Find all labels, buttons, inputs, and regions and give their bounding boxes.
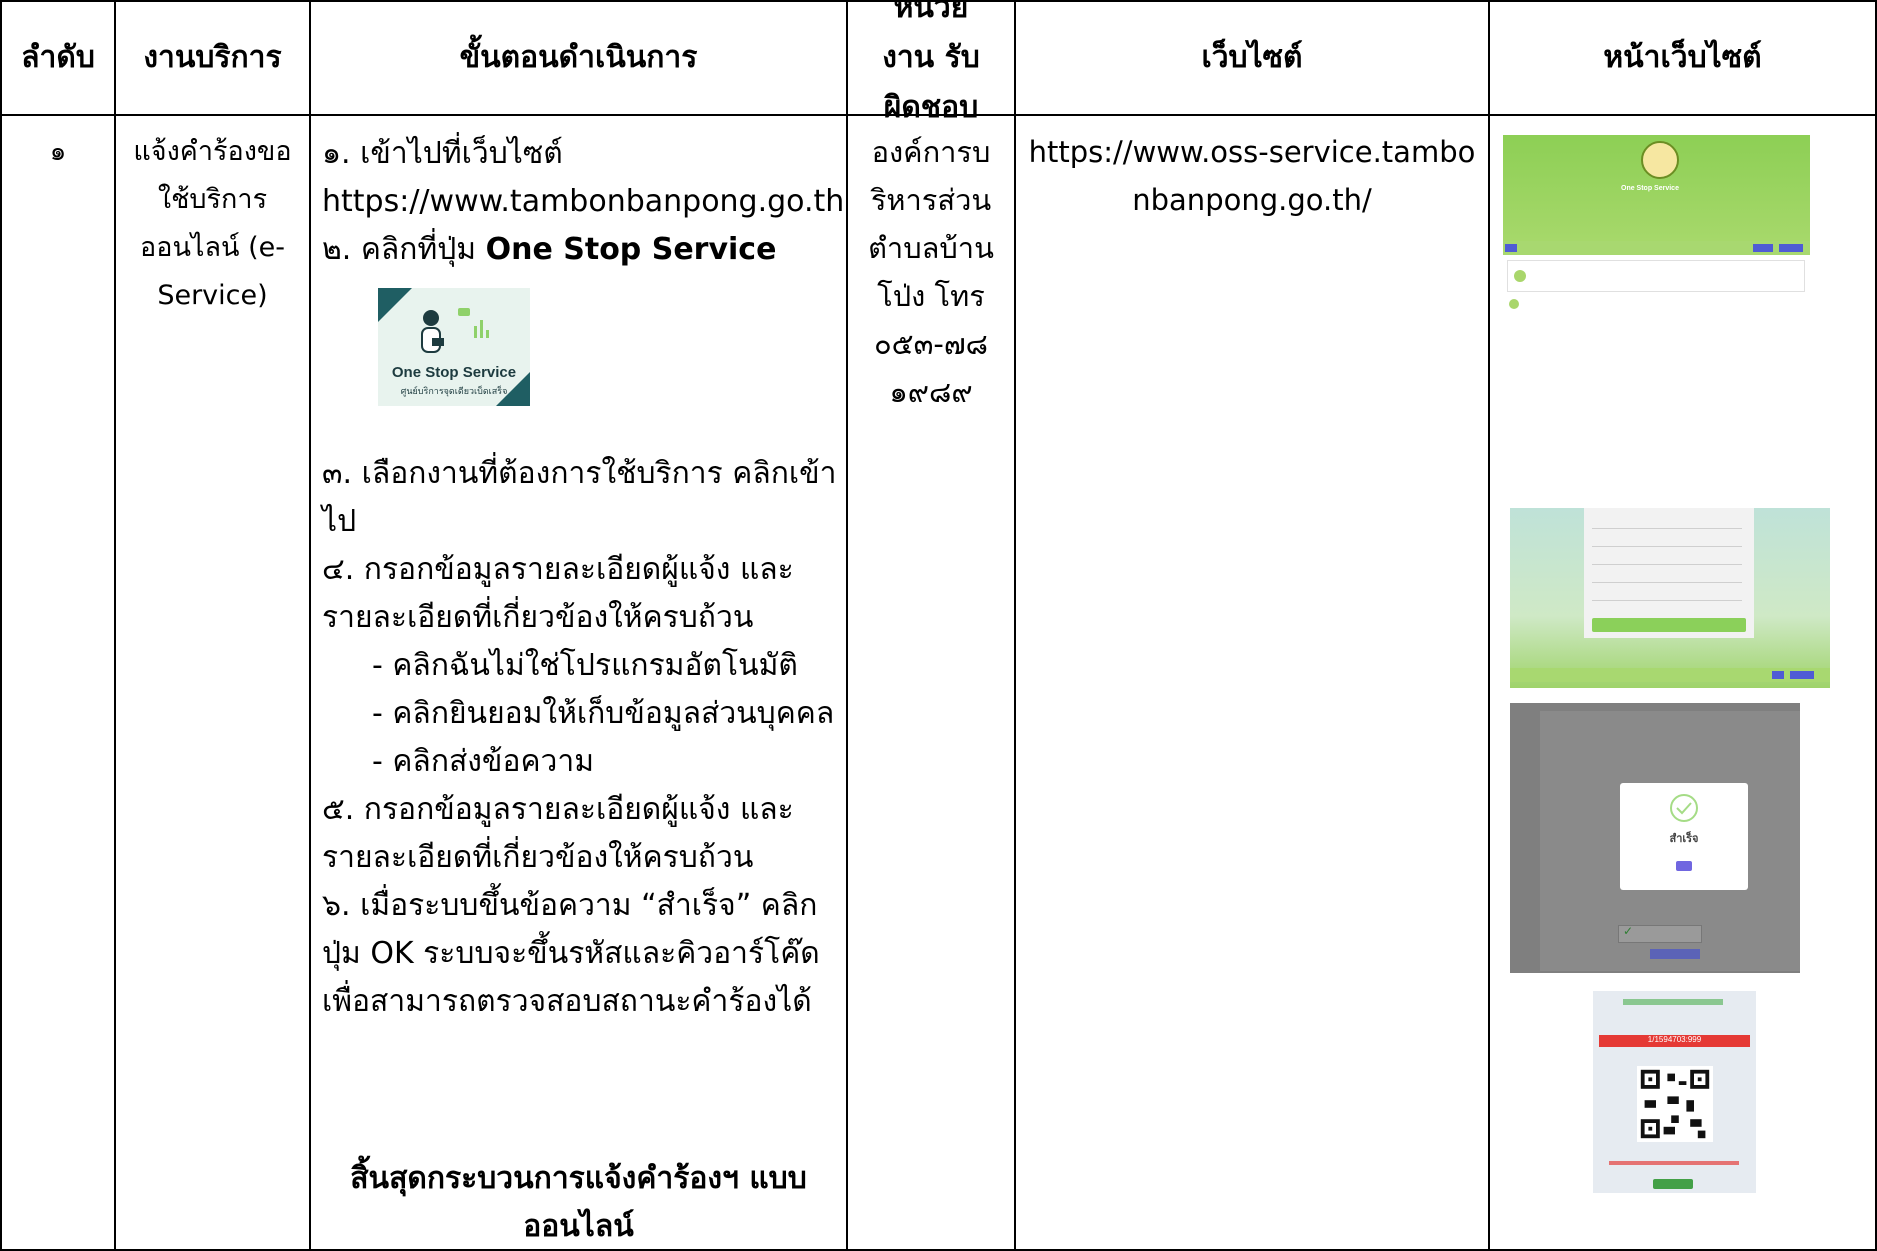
screenshot-ticket-qr: 1/1594703:999 (1593, 991, 1756, 1193)
logo-mini-icon (1514, 270, 1526, 282)
screenshot-homepage: One Stop Service (1503, 135, 1810, 493)
nav-button (1779, 244, 1803, 252)
screenshot-success-modal: สำเร็จ ✓ (1510, 703, 1800, 973)
form-footer-bar (1510, 668, 1830, 682)
nav-button (1790, 671, 1814, 679)
step-5: ๕. กรอกข้อมูลรายละเอียดผู้แจ้ง และ (322, 792, 794, 827)
form-field (1592, 528, 1742, 529)
nav-button (1772, 671, 1784, 679)
column-divider (1488, 0, 1490, 1251)
substep-send: - คลิกส่งข้อความ (372, 744, 594, 779)
form-field (1592, 600, 1742, 601)
step-3: ๓. เลือกงานที่ต้องการใช้บริการ คลิกเข้า (322, 456, 837, 491)
header-no: ลำดับ (21, 40, 95, 75)
logo-mini-icon (1509, 299, 1519, 309)
header-steps: ขั้นตอนดำเนินการ (459, 40, 698, 75)
header-page: หน้าเว็บไซต์ (1603, 40, 1762, 75)
step-4-cont: รายละเอียดที่เกี่ยวข้องให้ครบถ้วน (322, 600, 754, 635)
process-end-note: สิ้นสุดกระบวนการแจ้งคำร้องฯ แบบ ออนไลน์ (311, 1155, 846, 1251)
form-field (1592, 564, 1742, 565)
header-website: เว็บไซต์ (1201, 40, 1303, 75)
end-note-line-2: ออนไลน์ (523, 1209, 634, 1244)
ticket-code: 1/1594703:999 (1647, 1035, 1702, 1044)
steps-cell-continued: ๓. เลือกงานที่ต้องการใช้บริการ คลิกเข้า … (322, 450, 842, 1026)
website-url[interactable]: https://www.oss-service.tambonbanpong.go… (1026, 128, 1478, 224)
site-logo-icon (1641, 141, 1679, 179)
qr-code-icon (1637, 1066, 1713, 1142)
chart-sparkle-icon (458, 308, 489, 338)
ticket-header-text (1623, 999, 1723, 1005)
step-2-text: ๒. คลิกที่ปุ่ม (322, 232, 486, 267)
submit-buttons (1650, 949, 1700, 959)
captcha-box: ✓ (1618, 924, 1702, 943)
banner-corner (378, 288, 412, 322)
step-2-button-name: One Stop Service (485, 232, 777, 267)
one-stop-service-banner: One Stop Service ศูนย์บริการจุดเดียวเบ็ด… (378, 288, 530, 406)
step-3-cont: ไป (322, 504, 357, 539)
ok-button (1676, 861, 1692, 871)
site-title: One Stop Service (1621, 185, 1679, 192)
step-5-cont: รายละเอียดที่เกี่ยวข้องให้ครบถ้วน (322, 840, 754, 875)
form-field (1592, 582, 1742, 583)
substep-consent: - คลิกยินยอมให้เก็บข้อมูลส่วนบุคคล (372, 696, 835, 731)
service-grid (1507, 297, 1803, 417)
agency-name: องค์การบริหารส่วนตำบลบ้านโป่ง โทร ๐๕๓-๗๘… (868, 135, 994, 409)
person-laptop-icon (421, 310, 444, 353)
success-dialog: สำเร็จ (1620, 783, 1748, 890)
step-6: ๖. เมื่อระบบขึ้นข้อความ “สำเร็จ” คลิก (322, 888, 818, 923)
site-content-card (1507, 260, 1805, 292)
step-1-url: https://www.tambonbanpong.go.th (322, 184, 845, 219)
banner-title: One Stop Service (391, 364, 517, 381)
step-4: ๔. กรอกข้อมูลรายละเอียดผู้แจ้ง และ (322, 552, 794, 587)
column-divider (309, 0, 311, 1251)
ticket-footnote (1609, 1161, 1739, 1165)
column-divider (1014, 0, 1016, 1251)
column-divider (0, 0, 2, 1251)
step-2: ๒. คลิกที่ปุ่ม One Stop Service (322, 226, 842, 274)
ticket-code-bar: 1/1594703:999 (1599, 1035, 1750, 1047)
step-1: ๑. เข้าไปที่เว็บไซต์ (322, 136, 563, 171)
check-icon: ✓ (1623, 924, 1634, 938)
steps-cell: ๑. เข้าไปที่เว็บไซต์ https://www.tambonb… (322, 130, 845, 274)
step-6-cont: เพื่อสามารถตรวจสอบสถานะคำร้องได้ (322, 984, 812, 1019)
form-panel (1584, 508, 1754, 638)
header-agency: หน่วยงาน รับผิดชอบ (882, 0, 980, 125)
column-divider (846, 0, 848, 1251)
screenshot-form-page (1510, 508, 1830, 688)
row-number: ๑ (49, 137, 67, 167)
service-table: ลำดับ งานบริการ ขั้นตอนดำเนินการ หน่วยงา… (0, 0, 1877, 1251)
banner-subtitle: ศูนย์บริการจุดเดียวเบ็ดเสร็จ (400, 387, 508, 397)
nav-button (1753, 244, 1773, 252)
nav-button (1505, 244, 1517, 252)
column-divider (114, 0, 116, 1251)
service-name: แจ้งคำร้องขอใช้บริการออนไลน์ (e-Service) (133, 136, 292, 311)
end-note-line-1: สิ้นสุดกระบวนการแจ้งคำร้องฯ แบบ (350, 1161, 807, 1196)
form-field (1592, 546, 1742, 547)
print-button (1653, 1179, 1693, 1189)
form-submit-bar (1592, 618, 1746, 632)
site-header: One Stop Service (1503, 135, 1810, 241)
header-service: งานบริการ (143, 40, 282, 75)
step-6-cont: ปุ่ม OK ระบบจะขึ้นรหัสและคิวอาร์โค๊ด (322, 936, 820, 971)
site-nav-bar (1503, 241, 1810, 255)
substep-captcha: - คลิกฉันไม่ใช่โปรแกรมอัตโนมัติ (372, 648, 798, 683)
check-circle-icon (1670, 794, 1698, 822)
success-title: สำเร็จ (1669, 832, 1699, 845)
